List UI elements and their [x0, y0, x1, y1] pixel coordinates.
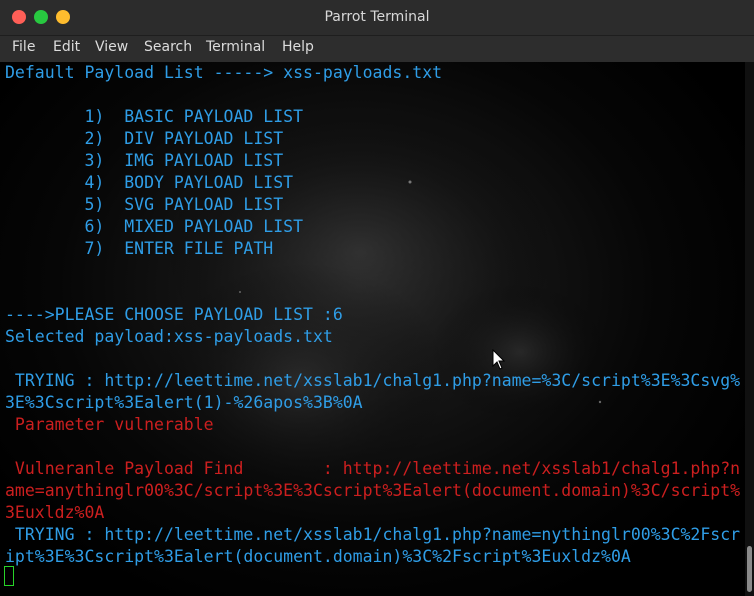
terminal-line: Default Payload List -----> xss-payloads…: [5, 63, 443, 82]
terminal-line-error: 3Euxldz%0A: [5, 503, 105, 522]
terminal-line: 3) IMG PAYLOAD LIST: [5, 151, 284, 170]
terminal-line: 2) DIV PAYLOAD LIST: [5, 129, 284, 148]
terminal-line: 5) SVG PAYLOAD LIST: [5, 195, 284, 214]
terminal-line: 3E%3Cscript%3Ealert(1)-%26apos%3B%0A: [5, 393, 363, 412]
terminal-line: 1) BASIC PAYLOAD LIST: [5, 107, 304, 126]
scrollbar[interactable]: [745, 62, 754, 596]
terminal-line: 4) BODY PAYLOAD LIST: [5, 173, 294, 192]
terminal-line: Selected payload:xss-payloads.txt: [5, 327, 333, 346]
terminal-line-error: ame=anythinglr00%3C/script%3E%3Cscript%3…: [5, 481, 741, 500]
text-cursor: [4, 566, 14, 586]
terminal-output[interactable]: Default Payload List -----> xss-payloads…: [0, 62, 745, 596]
mouse-pointer-icon: [492, 349, 506, 370]
terminal-line: 6) MIXED PAYLOAD LIST: [5, 217, 304, 236]
terminal-line: 7) ENTER FILE PATH: [5, 239, 274, 258]
terminal-line-error: Parameter vulnerable: [5, 415, 214, 434]
terminal-line: ipt%3E%3Cscript%3Ealert(document.domain)…: [5, 547, 631, 566]
terminal-line: TRYING : http://leettime.net/xsslab1/cha…: [5, 371, 741, 390]
scrollbar-thumb[interactable]: [747, 546, 752, 592]
menu-bar: File Edit View Search Terminal Help: [0, 36, 754, 63]
menu-view[interactable]: View: [95, 39, 128, 55]
terminal-line: ---->PLEASE CHOOSE PAYLOAD LIST :6: [5, 305, 343, 324]
menu-search[interactable]: Search: [144, 39, 192, 55]
menu-edit[interactable]: Edit: [53, 39, 80, 55]
menu-file[interactable]: File: [12, 39, 35, 55]
menu-help[interactable]: Help: [282, 39, 314, 55]
terminal-line-error: Vulneranle Payload Find : http://leettim…: [5, 459, 741, 478]
title-bar: Parrot Terminal: [0, 0, 754, 36]
window-title: Parrot Terminal: [324, 9, 430, 25]
terminal-line: TRYING : http://leettime.net/xsslab1/cha…: [5, 525, 741, 544]
menu-terminal[interactable]: Terminal: [206, 39, 265, 55]
